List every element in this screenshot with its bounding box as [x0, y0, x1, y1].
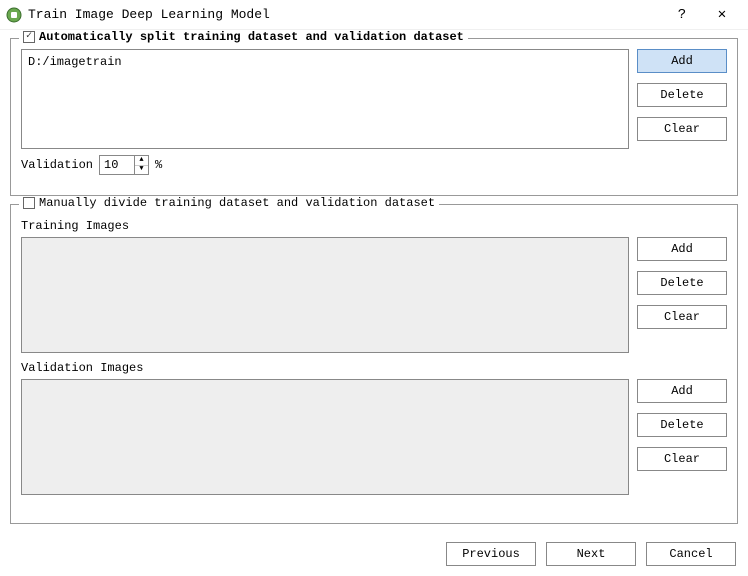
auto-add-button[interactable]: Add	[637, 49, 727, 73]
manual-split-group: Manually divide training dataset and val…	[10, 204, 738, 524]
spinner-up-icon[interactable]: ▲	[135, 156, 148, 166]
validation-label: Validation	[21, 158, 93, 172]
validation-images-label: Validation Images	[21, 361, 727, 375]
validation-clear-button[interactable]: Clear	[637, 447, 727, 471]
validation-delete-button[interactable]: Delete	[637, 413, 727, 437]
auto-clear-button[interactable]: Clear	[637, 117, 727, 141]
training-delete-button[interactable]: Delete	[637, 271, 727, 295]
validation-spinner[interactable]: ▲ ▼	[99, 155, 149, 175]
validation-input[interactable]	[100, 156, 134, 174]
validation-row: Validation ▲ ▼ %	[21, 155, 727, 175]
manual-split-legend-text: Manually divide training dataset and val…	[39, 196, 435, 210]
validation-side-buttons: Add Delete Clear	[637, 379, 727, 495]
close-button[interactable]: ✕	[702, 0, 742, 30]
next-button[interactable]: Next	[546, 542, 636, 566]
validation-paths-listbox[interactable]	[21, 379, 629, 495]
training-add-button[interactable]: Add	[637, 237, 727, 261]
auto-side-buttons: Add Delete Clear	[637, 49, 727, 149]
training-row: Add Delete Clear	[21, 237, 727, 353]
auto-split-checkbox[interactable]	[23, 31, 35, 43]
auto-split-group: Automatically split training dataset and…	[10, 38, 738, 196]
training-side-buttons: Add Delete Clear	[637, 237, 727, 353]
previous-button[interactable]: Previous	[446, 542, 536, 566]
spinner-arrows: ▲ ▼	[134, 156, 148, 174]
training-paths-listbox[interactable]	[21, 237, 629, 353]
auto-split-row: D:/imagetrain Add Delete Clear	[21, 49, 727, 149]
auto-split-legend: Automatically split training dataset and…	[19, 30, 468, 44]
training-images-label: Training Images	[21, 219, 727, 233]
validation-suffix: %	[155, 158, 162, 172]
content-area: Automatically split training dataset and…	[0, 30, 748, 524]
auto-split-legend-text: Automatically split training dataset and…	[39, 30, 464, 44]
spinner-down-icon[interactable]: ▼	[135, 166, 148, 175]
cancel-button[interactable]: Cancel	[646, 542, 736, 566]
window-title: Train Image Deep Learning Model	[28, 7, 662, 22]
app-icon	[6, 7, 22, 23]
manual-split-legend: Manually divide training dataset and val…	[19, 196, 439, 210]
manual-split-checkbox[interactable]	[23, 197, 35, 209]
auto-delete-button[interactable]: Delete	[637, 83, 727, 107]
validation-images-row: Add Delete Clear	[21, 379, 727, 495]
titlebar: Train Image Deep Learning Model ? ✕	[0, 0, 748, 30]
list-item[interactable]: D:/imagetrain	[28, 54, 622, 70]
validation-add-button[interactable]: Add	[637, 379, 727, 403]
auto-paths-listbox[interactable]: D:/imagetrain	[21, 49, 629, 149]
footer-buttons: Previous Next Cancel	[446, 542, 736, 566]
help-button[interactable]: ?	[662, 0, 702, 30]
training-clear-button[interactable]: Clear	[637, 305, 727, 329]
